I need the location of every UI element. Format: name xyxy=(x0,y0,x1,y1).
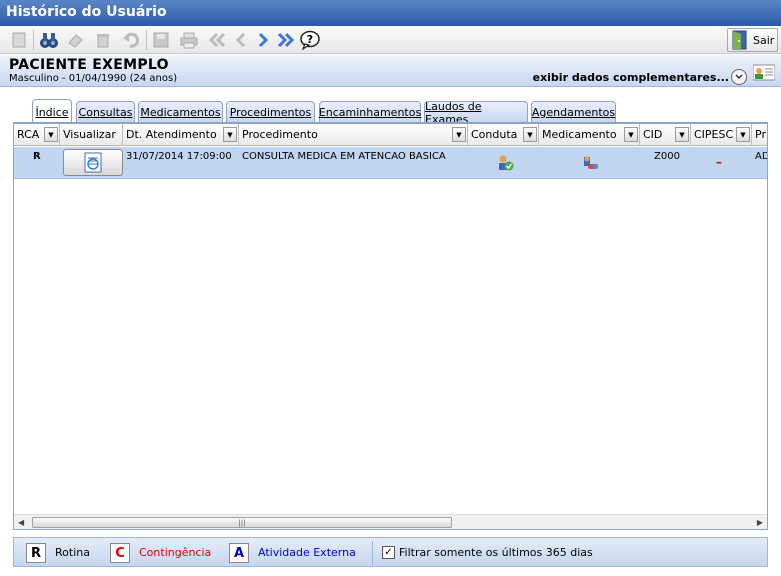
toolbar-separator xyxy=(33,30,34,50)
binoculars-icon[interactable] xyxy=(38,29,60,51)
print-icon[interactable] xyxy=(178,29,200,51)
chevron-down-icon[interactable]: ▼ xyxy=(223,127,237,142)
document-view-icon xyxy=(84,152,102,172)
history-grid: RCA ▼ Visualizar Dt. Atendimento ▼ Proce… xyxy=(13,123,768,530)
tab-indice[interactable]: Índice xyxy=(32,99,72,124)
exit-button[interactable]: Sair xyxy=(727,28,778,52)
last-record-icon[interactable] xyxy=(275,29,297,51)
filter-365-days-checkbox[interactable]: ✓ xyxy=(382,546,395,559)
scroll-left-icon[interactable]: ◀ xyxy=(18,518,24,527)
filter-365-days-label[interactable]: Filtrar somente os últimos 365 dias xyxy=(399,546,593,559)
patient-name: PACIENTE EXEMPLO xyxy=(9,57,169,73)
chevron-down-icon[interactable] xyxy=(731,69,747,85)
tab-consultas[interactable]: Consultas xyxy=(76,101,135,123)
cell-cipesc: – xyxy=(716,155,722,169)
chevron-down-icon[interactable]: ▼ xyxy=(736,127,750,142)
door-icon xyxy=(732,30,747,50)
trash-icon[interactable] xyxy=(92,29,114,51)
legend-separator xyxy=(372,541,373,565)
chevron-down-icon[interactable]: ▼ xyxy=(44,127,58,142)
tab-encaminhamentos[interactable]: Encaminhamentos xyxy=(319,101,421,123)
previous-record-icon[interactable] xyxy=(230,29,252,51)
new-icon[interactable] xyxy=(8,29,30,51)
first-record-icon[interactable] xyxy=(206,29,228,51)
legend-externa-badge: A xyxy=(229,543,249,563)
tab-laudos-de-exames[interactable]: Laudos de Exames xyxy=(424,100,528,126)
conduta-icon[interactable] xyxy=(496,154,514,175)
cell-cid: Z000 xyxy=(654,151,680,162)
window-title: Histórico do Usuário xyxy=(0,0,781,26)
legend-externa-label: Atividade Externa xyxy=(258,546,356,559)
cell-procedimento: CONSULTA MEDICA EM ATENCAO BASICA xyxy=(242,151,446,162)
column-header-procedimento[interactable]: Procedimento xyxy=(239,124,468,146)
cell-rca: R xyxy=(33,151,41,162)
scrollbar-thumb[interactable]: ||| xyxy=(32,517,452,528)
tab-procedimentos[interactable]: Procedimentos xyxy=(226,101,315,123)
chevron-down-icon[interactable]: ▼ xyxy=(452,127,466,142)
patient-header: PACIENTE EXEMPLO Masculino - 01/04/1990 … xyxy=(0,55,781,87)
legend-contingencia-label: Contingência xyxy=(139,546,212,559)
view-record-button[interactable] xyxy=(63,149,123,176)
legend-rotina-label: Rotina xyxy=(55,546,90,559)
help-icon[interactable]: ? xyxy=(299,29,321,51)
chevron-down-icon[interactable]: ▼ xyxy=(675,127,689,142)
column-header-visualizar[interactable]: Visualizar xyxy=(60,124,123,146)
column-header-dt-atendimento[interactable]: Dt. Atendimento xyxy=(123,124,239,146)
show-extra-data-link[interactable]: exibir dados complementares... xyxy=(533,71,729,84)
patient-info: Masculino - 01/04/1990 (24 anos) xyxy=(9,73,178,84)
legend-bar: R Rotina C Contingência A Atividade Exte… xyxy=(13,537,768,567)
cell-pr: AD xyxy=(755,151,767,162)
table-row[interactable]: R 31/07/2014 17:09:00 CONSULTA MEDICA EM… xyxy=(14,147,767,179)
chevron-down-icon[interactable]: ▼ xyxy=(624,127,638,142)
eraser-icon[interactable] xyxy=(64,29,86,51)
toolbar: ? Sair xyxy=(0,26,781,54)
patient-card-icon[interactable] xyxy=(752,63,776,81)
legend-contingencia-badge: C xyxy=(110,543,130,563)
save-icon[interactable] xyxy=(150,29,172,51)
horizontal-scrollbar[interactable]: ◀ ||| ▶ xyxy=(14,514,767,529)
cell-dt-atendimento: 31/07/2014 17:09:00 xyxy=(126,151,232,162)
undo-icon[interactable] xyxy=(120,29,142,51)
svg-text:?: ? xyxy=(307,33,313,46)
grid-header: RCA ▼ Visualizar Dt. Atendimento ▼ Proce… xyxy=(14,124,767,146)
column-header-pr[interactable]: Pr xyxy=(752,124,767,146)
chevron-down-icon[interactable]: ▼ xyxy=(523,127,537,142)
scroll-right-icon[interactable]: ▶ xyxy=(757,518,763,527)
next-record-icon[interactable] xyxy=(252,29,274,51)
exit-label: Sair xyxy=(753,33,775,47)
tab-agendamentos[interactable]: Agendamentos xyxy=(531,101,616,123)
legend-rotina-badge: R xyxy=(26,543,46,563)
medicamento-icon[interactable] xyxy=(582,154,600,175)
toolbar-separator xyxy=(146,30,147,50)
tab-medicamentos[interactable]: Medicamentos xyxy=(138,101,223,123)
